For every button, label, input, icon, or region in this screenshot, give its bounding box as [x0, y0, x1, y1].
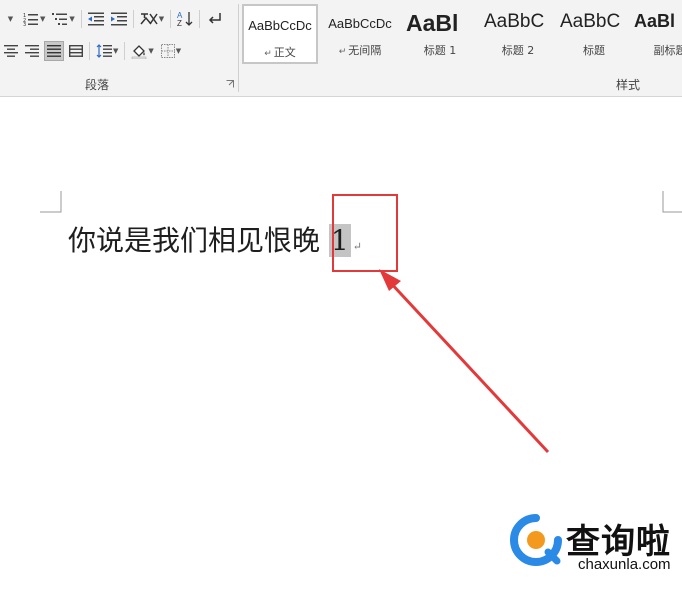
toolbar-divider [124, 42, 126, 60]
style-name: ↵ 正文 [264, 46, 296, 59]
sort-icon: A Z [177, 11, 193, 27]
styles-group-label: 样式 [616, 78, 641, 92]
dropdown-caret-icon[interactable]: ▼ [148, 47, 153, 55]
distributed-icon [69, 45, 83, 57]
align-center-icon [4, 45, 18, 57]
dropdown-caret-icon[interactable]: ▼ [8, 15, 13, 23]
shading-icon [132, 45, 147, 59]
style-item-subtitle[interactable]: AaBl 副标题 [632, 4, 682, 64]
styles-gallery: AaBbCcDc ↵ 正文 AaBbCcDc ↵ 无间隔 AaBl 标题 1 AaB… [242, 4, 682, 68]
style-preview: AaBbC [560, 11, 621, 32]
style-item-no-spacing[interactable]: AaBbCcDc ↵ 无间隔 [322, 4, 398, 64]
borders-button[interactable]: ▼ [159, 41, 183, 61]
line-spacing-icon [96, 44, 112, 58]
bullets-button[interactable]: ▼ [2, 9, 18, 29]
style-preview: AaBbCcDc [248, 18, 312, 33]
paragraph-toolbar-row-1: ▼ 1 2 3 ▼ ▼ ▼ A Z [2, 8, 227, 30]
style-preview: AaBbCcDc [328, 16, 392, 31]
watermark-url: chaxunla.com [578, 556, 671, 573]
paragraph-group: ▼ 1 2 3 ▼ ▼ ▼ A Z ▼ ▼ ▼ 段落 [0, 0, 238, 96]
style-item-normal[interactable]: AaBbCcDc ↵ 正文 [242, 4, 318, 64]
justify-icon [47, 45, 61, 57]
paragraph-group-label: 段落 [85, 78, 110, 92]
chaxunla-logo-icon [510, 514, 562, 566]
dropdown-caret-icon[interactable]: ▼ [40, 15, 45, 23]
multilevel-list-icon [52, 13, 68, 25]
increase-indent-button[interactable] [109, 9, 129, 29]
style-preview: AaBbC [484, 11, 545, 32]
watermark: 查询啦 chaxunla.com [508, 512, 682, 594]
dropdown-caret-icon[interactable]: ▼ [113, 47, 118, 55]
show-marks-icon [209, 13, 221, 24]
line-spacing-button[interactable]: ▼ [94, 41, 120, 61]
svg-text:3: 3 [23, 22, 26, 26]
dropdown-caret-icon[interactable]: ▼ [159, 15, 164, 23]
borders-icon [160, 44, 175, 58]
style-name: 副标题 [653, 44, 682, 57]
style-name: 标题 2 [501, 44, 535, 57]
toolbar-divider [132, 10, 134, 28]
toolbar-divider [199, 10, 201, 28]
distributed-button[interactable] [67, 41, 85, 61]
style-name: ↵ 无间隔 [338, 44, 382, 57]
increase-indent-icon [110, 12, 127, 26]
shading-button[interactable]: ▼ [129, 41, 155, 61]
toolbar-divider [170, 10, 172, 28]
style-name: 标题 1 [423, 44, 457, 57]
numbering-icon: 1 2 3 [23, 13, 38, 26]
group-divider [238, 4, 239, 92]
sort-button[interactable]: A Z [175, 9, 195, 29]
align-right-button[interactable] [23, 41, 41, 61]
decrease-indent-icon [87, 12, 104, 26]
dropdown-caret-icon[interactable]: ▼ [176, 47, 181, 55]
chinese-layout-icon [140, 13, 158, 25]
style-item-heading-2[interactable]: AaBbC 标题 2 [480, 4, 556, 64]
numbering-button[interactable]: 1 2 3 ▼ [21, 9, 47, 29]
style-preview: AaBl [406, 10, 459, 34]
align-center-button[interactable] [2, 41, 20, 61]
align-right-icon [25, 45, 39, 57]
multilevel-list-button[interactable]: ▼ [50, 9, 76, 29]
show-marks-button[interactable] [204, 9, 224, 29]
svg-text:Z: Z [177, 19, 182, 27]
style-preview: AaBl [634, 11, 676, 31]
paragraph-toolbar-row-2: ▼ ▼ ▼ [2, 40, 186, 62]
dropdown-caret-icon[interactable]: ▼ [69, 15, 74, 23]
toolbar-divider [89, 42, 90, 60]
style-item-title[interactable]: AaBbC 标题 [556, 4, 632, 64]
justify-button[interactable] [44, 41, 64, 61]
style-name: 标题 [583, 44, 605, 57]
toolbar-divider [80, 10, 82, 28]
ribbon: ▼ 1 2 3 ▼ ▼ ▼ A Z ▼ ▼ ▼ 段落 AaBbCcDc ↵ 正文… [0, 0, 682, 97]
chinese-layout-button[interactable]: ▼ [138, 9, 166, 29]
decrease-indent-button[interactable] [86, 9, 106, 29]
style-item-heading-1[interactable]: AaBl 标题 1 [402, 4, 478, 64]
dialog-launcher-icon[interactable] [226, 80, 234, 88]
